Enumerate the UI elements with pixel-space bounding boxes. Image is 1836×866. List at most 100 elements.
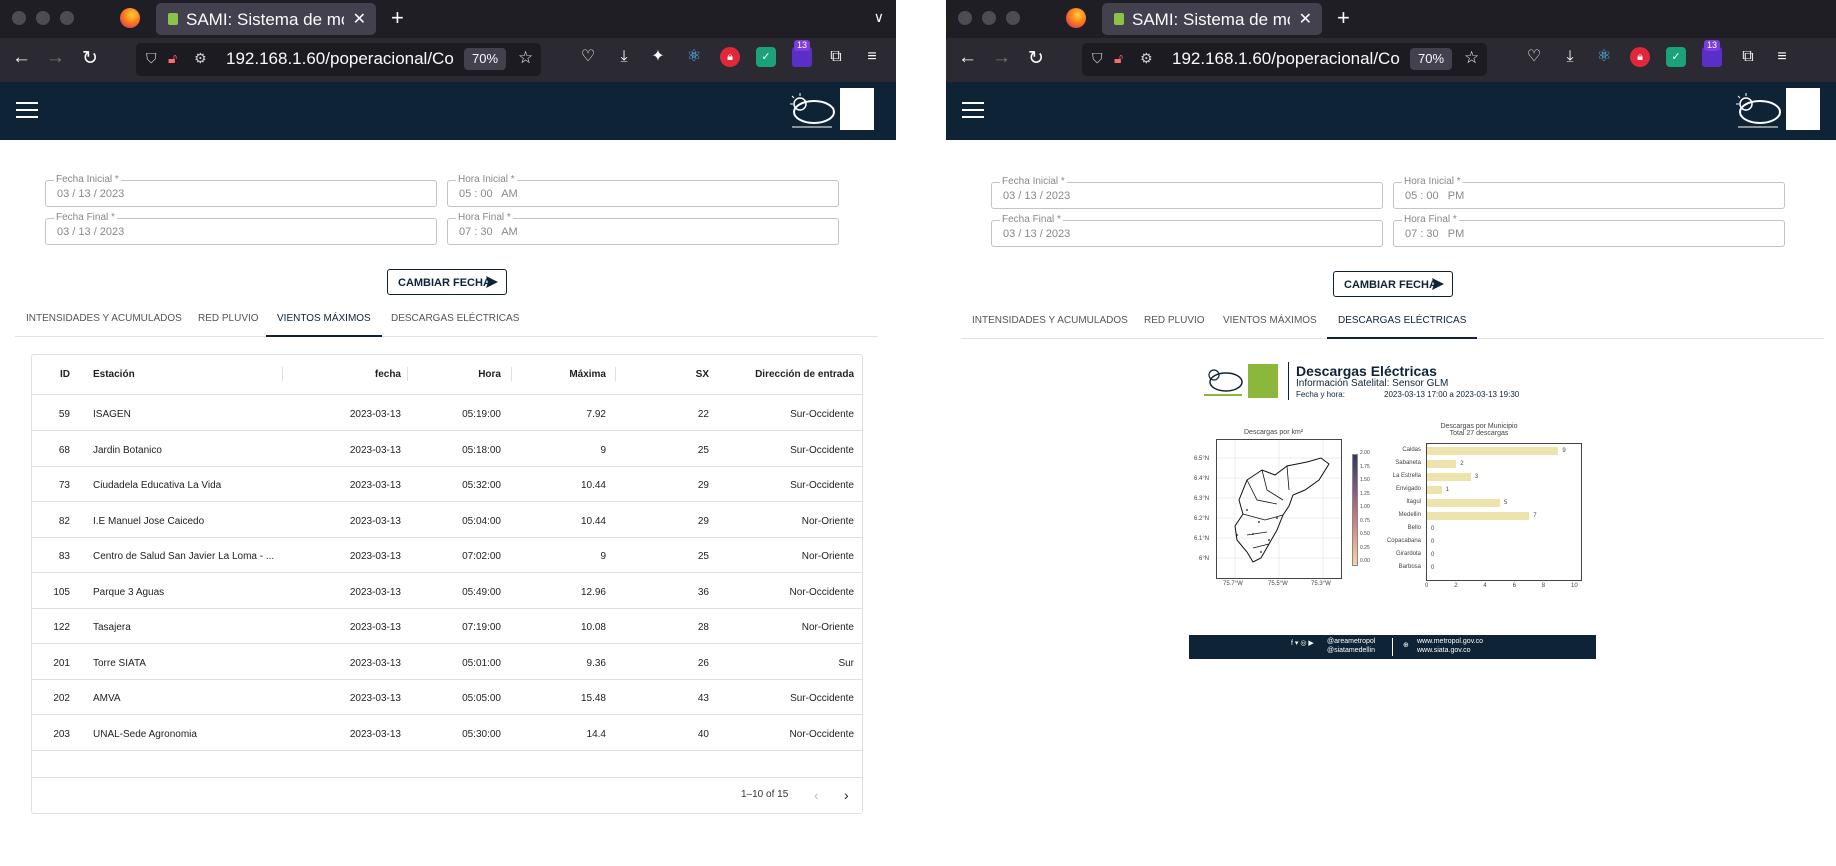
new-tab-icon[interactable]: + bbox=[391, 5, 404, 31]
url-text[interactable]: 192.168.1.60/poperacional/Co bbox=[1172, 49, 1402, 69]
tab-intensidades[interactable]: INTENSIDADES Y ACUMULADOS bbox=[972, 307, 1128, 339]
zoom-level[interactable]: 70% bbox=[464, 48, 506, 70]
lock-extension-icon[interactable]: 🔒︎ bbox=[720, 47, 740, 67]
window-close-dot[interactable] bbox=[958, 11, 972, 25]
table-row[interactable]: 73 Ciudadela Educativa La Vida 2023-03-13 0… bbox=[32, 466, 862, 502]
reload-icon[interactable]: ↻ bbox=[1028, 47, 1044, 70]
table-row[interactable]: 68 Jardin Botanico 2023-03-13 05:18:00 9 25 Su… bbox=[32, 431, 862, 467]
reload-icon[interactable]: ↻ bbox=[82, 47, 98, 70]
next-page-icon[interactable]: › bbox=[844, 787, 849, 803]
table-row[interactable]: 105 Parque 3 Aguas 2023-03-13 05:49:00 12.96… bbox=[32, 573, 862, 609]
download-icon[interactable]: ⤓ bbox=[1560, 47, 1580, 67]
bookmark-star-icon[interactable]: ☆ bbox=[518, 48, 533, 68]
pocket-icon[interactable]: ♡ bbox=[578, 47, 598, 67]
tab-vientos-maximos[interactable]: VIENTOS MÁXIMOS bbox=[266, 305, 382, 337]
bookmark-star-icon[interactable]: ☆ bbox=[1464, 48, 1479, 68]
tab-close-icon[interactable]: ✕ bbox=[1299, 9, 1312, 29]
permissions-icon[interactable]: ⚙︎ bbox=[1140, 50, 1153, 67]
col-header-direccion[interactable]: Dirección de entrada bbox=[718, 369, 854, 380]
fecha-inicial-field[interactable]: Fecha Inicial * 03 / 13 / 2023 bbox=[991, 176, 1383, 209]
shield-icon[interactable]: ⛉ bbox=[146, 50, 157, 67]
insecure-lock-icon[interactable]: 🔓︎ bbox=[168, 50, 177, 67]
tab-red-pluvio[interactable]: RED PLUVIO bbox=[1144, 307, 1205, 339]
tab-descargas-electricas[interactable]: DESCARGAS ELÉCTRICAS bbox=[391, 305, 519, 337]
browser-tab-active[interactable]: SAMI: Sistema de moni ✕ bbox=[1102, 3, 1322, 35]
permissions-icon[interactable]: ⚙︎ bbox=[194, 50, 207, 67]
column-separator[interactable] bbox=[615, 367, 616, 381]
cambiar-fecha-button[interactable]: CAMBIAR FECHA bbox=[1333, 271, 1453, 297]
window-maximize-dot[interactable] bbox=[60, 11, 74, 25]
table-row[interactable]: 83 Centro de Salud San Javier La Loma - .… bbox=[32, 537, 862, 573]
fecha-final-value[interactable]: 03 / 13 / 2023 bbox=[1003, 228, 1070, 240]
hamburger-menu-icon[interactable] bbox=[962, 102, 984, 118]
col-header-maxima[interactable]: Máxima bbox=[517, 369, 606, 380]
fecha-final-value[interactable]: 03 / 13 / 2023 bbox=[57, 226, 124, 238]
zoom-level[interactable]: 70% bbox=[1410, 48, 1452, 70]
pocket-icon[interactable]: ♡ bbox=[1524, 47, 1544, 67]
url-bar[interactable]: ⛉ 🔓︎ ⚙︎ 192.168.1.60/poperacional/Co 70%… bbox=[1082, 43, 1487, 76]
menu-icon[interactable]: ≡ bbox=[1772, 47, 1792, 67]
tab-red-pluvio[interactable]: RED PLUVIO bbox=[198, 305, 259, 337]
forward-arrow-icon[interactable]: → bbox=[46, 47, 65, 69]
fecha-inicial-value[interactable]: 03 / 13 / 2023 bbox=[57, 188, 124, 200]
col-header-estacion[interactable]: Estación bbox=[93, 369, 135, 380]
menu-icon[interactable]: ≡ bbox=[862, 47, 882, 67]
tab-descargas-electricas[interactable]: DESCARGAS ELÉCTRICAS bbox=[1327, 307, 1478, 339]
fecha-inicial-field[interactable]: Fecha Inicial * 03 / 13 / 2023 bbox=[45, 174, 437, 207]
insecure-lock-icon[interactable]: 🔓︎ bbox=[1114, 50, 1123, 67]
tab-list-chevron-icon[interactable]: ∨ bbox=[874, 9, 884, 26]
col-header-sx[interactable]: SX bbox=[620, 369, 709, 380]
hora-inicial-field[interactable]: Hora Inicial * 05 : 00 AM bbox=[447, 174, 839, 207]
extensions-puzzle-icon[interactable]: ⧉ bbox=[1738, 47, 1758, 67]
extension-fish-icon[interactable]: ✦ bbox=[648, 47, 668, 67]
prev-page-icon[interactable]: ‹ bbox=[814, 787, 819, 803]
back-arrow-icon[interactable]: ← bbox=[12, 47, 31, 69]
table-row[interactable]: 201 Torre SIATA 2023-03-13 05:01:00 9.36 26 Su… bbox=[32, 644, 862, 680]
hora-inicial-value[interactable]: 05 : 00 AM bbox=[459, 188, 518, 200]
shield-extension-icon[interactable]: ✓ bbox=[1666, 47, 1686, 67]
col-header-id[interactable]: ID bbox=[52, 369, 70, 380]
window-minimize-dot[interactable] bbox=[982, 11, 996, 25]
table-row[interactable]: 59 ISAGEN 2023-03-13 05:19:00 7.92 22 Sur-Occi… bbox=[32, 395, 862, 431]
fecha-final-field[interactable]: Fecha Final * 03 / 13 / 2023 bbox=[991, 214, 1383, 247]
new-tab-icon[interactable]: + bbox=[1337, 5, 1350, 31]
hora-inicial-field[interactable]: Hora Inicial * 05 : 00 PM bbox=[1393, 176, 1785, 209]
col-header-hora[interactable]: Hora bbox=[412, 369, 501, 380]
hamburger-menu-icon[interactable] bbox=[16, 102, 38, 118]
column-separator[interactable] bbox=[511, 367, 512, 381]
fecha-final-field[interactable]: Fecha Final * 03 / 13 / 2023 bbox=[45, 212, 437, 245]
url-bar[interactable]: ⛉ 🔓︎ ⚙︎ 192.168.1.60/poperacional/Co 70%… bbox=[136, 43, 541, 76]
shield-icon[interactable]: ⛉ bbox=[1092, 50, 1103, 67]
back-arrow-icon[interactable]: ← bbox=[958, 47, 977, 69]
column-separator[interactable] bbox=[407, 367, 408, 381]
react-devtools-icon[interactable]: ⚛ bbox=[1594, 47, 1614, 67]
tab-vientos-maximos[interactable]: VIENTOS MÁXIMOS bbox=[1223, 307, 1317, 339]
react-devtools-icon[interactable]: ⚛ bbox=[684, 47, 704, 67]
table-row[interactable]: 203 UNAL-Sede Agronomia 2023-03-13 05:30:00… bbox=[32, 715, 862, 751]
hora-final-field[interactable]: Hora Final * 07 : 30 PM bbox=[1393, 214, 1785, 247]
browser-tab-active[interactable]: SAMI: Sistema de moni ✕ bbox=[156, 3, 376, 35]
tab-close-icon[interactable]: ✕ bbox=[353, 9, 366, 29]
column-separator[interactable] bbox=[282, 367, 283, 381]
hora-inicial-value[interactable]: 05 : 00 PM bbox=[1405, 190, 1464, 202]
tab-intensidades[interactable]: INTENSIDADES Y ACUMULADOS bbox=[26, 305, 182, 337]
download-icon[interactable]: ⤓ bbox=[614, 47, 634, 67]
forward-arrow-icon[interactable]: → bbox=[992, 47, 1011, 69]
hora-final-value[interactable]: 07 : 30 AM bbox=[459, 226, 518, 238]
extension-badge-count: 13 bbox=[794, 40, 811, 51]
table-row[interactable]: 202 AMVA 2023-03-13 05:05:00 15.48 43 Sur-Occi… bbox=[32, 679, 862, 715]
hora-final-value[interactable]: 07 : 30 PM bbox=[1405, 228, 1464, 240]
window-minimize-dot[interactable] bbox=[36, 11, 50, 25]
fecha-inicial-value[interactable]: 03 / 13 / 2023 bbox=[1003, 190, 1070, 202]
extensions-puzzle-icon[interactable]: ⧉ bbox=[826, 47, 846, 67]
hora-final-field[interactable]: Hora Final * 07 : 30 AM bbox=[447, 212, 839, 245]
window-close-dot[interactable] bbox=[12, 11, 26, 25]
col-header-fecha[interactable]: fecha bbox=[287, 369, 401, 380]
table-row[interactable]: 122 Tasajera 2023-03-13 07:19:00 10.08 28 Nor-… bbox=[32, 608, 862, 644]
shield-extension-icon[interactable]: ✓ bbox=[756, 47, 776, 67]
window-maximize-dot[interactable] bbox=[1006, 11, 1020, 25]
table-row[interactable]: 82 I.E Manuel Jose Caicedo 2023-03-13 05:04… bbox=[32, 502, 862, 538]
url-text[interactable]: 192.168.1.60/poperacional/Co bbox=[226, 49, 456, 69]
lock-extension-icon[interactable]: 🔒︎ bbox=[1630, 47, 1650, 67]
cambiar-fecha-button[interactable]: CAMBIAR FECHA bbox=[387, 269, 507, 295]
